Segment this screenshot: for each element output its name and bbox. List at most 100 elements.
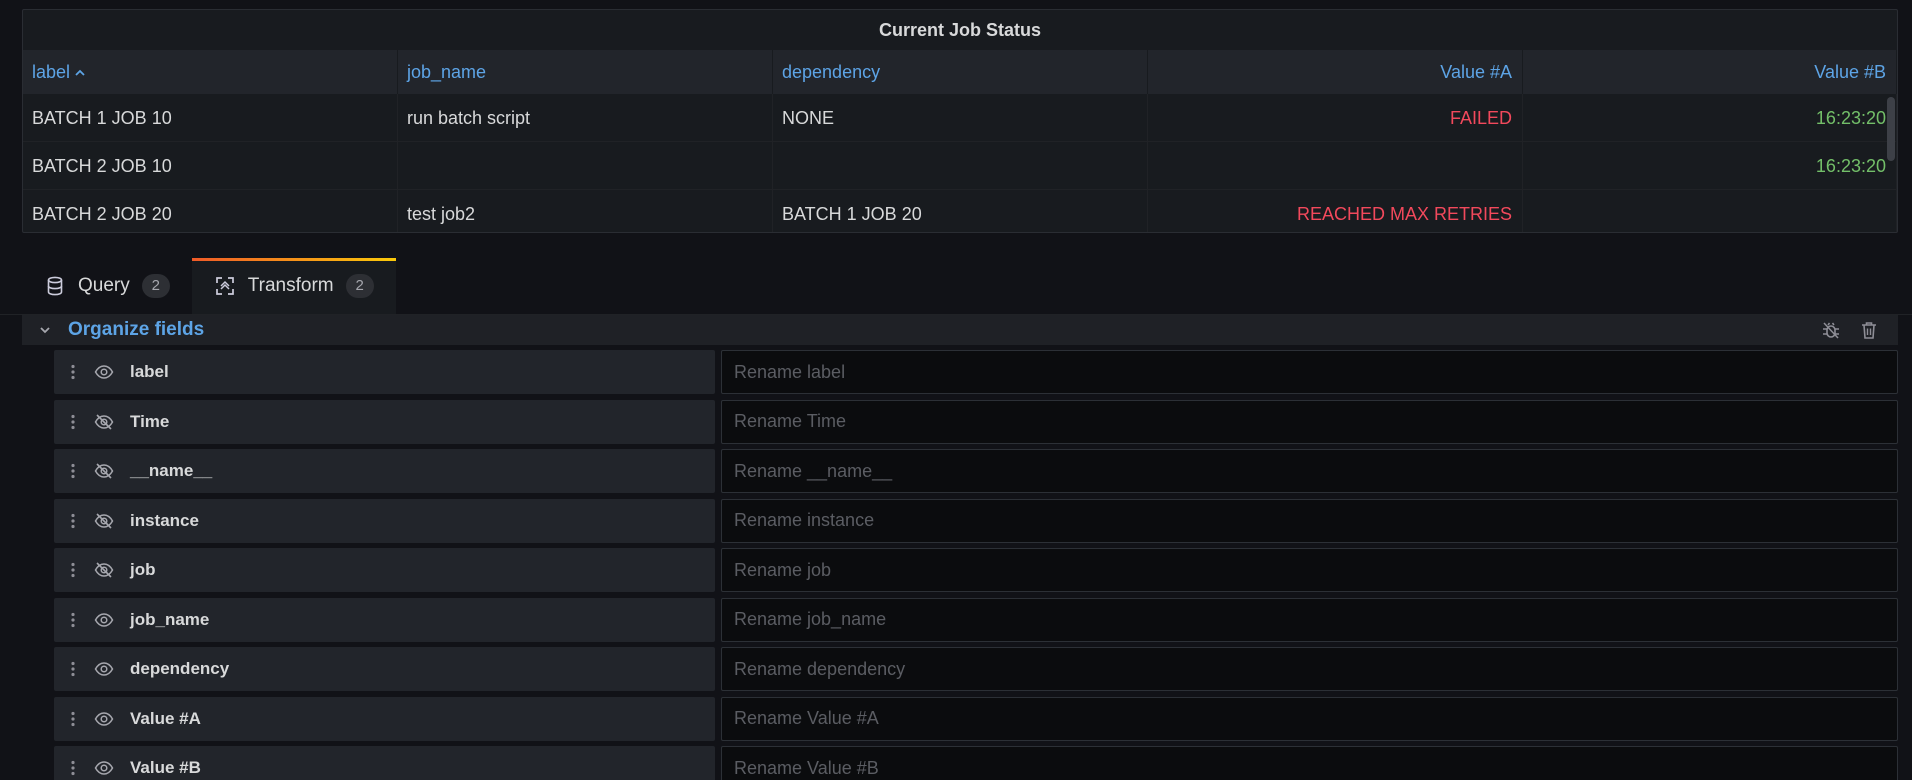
cell-value-a (1148, 142, 1523, 190)
cell-dependency: NONE (773, 94, 1148, 142)
tab-transform-count: 2 (345, 274, 374, 298)
cell-label: BATCH 2 JOB 10 (23, 142, 398, 190)
sort-ascending-icon (74, 51, 86, 94)
field-row: Time (54, 399, 1898, 444)
drag-handle-icon[interactable] (62, 760, 84, 776)
drag-handle-icon[interactable] (62, 414, 84, 430)
eye-icon[interactable] (92, 612, 116, 628)
field-row: dependency (54, 647, 1898, 691)
eye-slash-icon[interactable] (92, 512, 116, 530)
rename-field-input[interactable] (721, 548, 1898, 592)
cell-dependency (773, 142, 1148, 190)
drag-handle-icon[interactable] (62, 711, 84, 727)
tab-query-label: Query (78, 275, 130, 296)
field-item: job (54, 548, 715, 592)
field-item: instance (54, 498, 715, 543)
column-header-label[interactable]: label (23, 50, 398, 94)
field-name: job (130, 560, 156, 579)
cell-value-b: 16:23:20 (1523, 94, 1897, 142)
field-row: job_name (54, 597, 1898, 642)
cell-value-a: REACHED MAX RETRIES (1148, 190, 1523, 232)
field-row: label (54, 350, 1898, 394)
cell-label: BATCH 1 JOB 10 (23, 94, 398, 142)
rename-field-input[interactable] (721, 350, 1898, 394)
debug-icon[interactable] (1820, 319, 1842, 341)
transform-header[interactable]: Organize fields (22, 315, 1898, 345)
field-name: Time (130, 411, 170, 431)
trash-icon[interactable] (1858, 319, 1880, 341)
field-row: instance (54, 498, 1898, 543)
table-header: label job_name dependency Value #A Value… (23, 50, 1897, 94)
column-header-dependency[interactable]: dependency (773, 50, 1148, 94)
cell-dependency: BATCH 1 JOB 20 (773, 190, 1148, 232)
field-name: job_name (130, 609, 210, 629)
editor-tabs: Query 2 Transform 2 (22, 258, 396, 314)
drag-handle-icon[interactable] (62, 661, 84, 677)
field-name: Value #A (130, 708, 201, 728)
cell-value-b: 16:23:20 (1523, 142, 1897, 190)
tab-transform[interactable]: Transform 2 (191, 258, 396, 314)
field-name: instance (130, 510, 199, 530)
eye-icon[interactable] (92, 364, 116, 380)
drag-handle-icon[interactable] (62, 513, 84, 529)
rename-field-input[interactable] (721, 399, 1898, 444)
transform-editor: Organize fields label Time __name__instanc… (0, 314, 1912, 780)
data-table: label job_name dependency Value #A Value… (23, 50, 1897, 232)
field-name: __name__ (130, 461, 213, 480)
eye-icon[interactable] (92, 711, 116, 727)
column-header-job-name[interactable]: job_name (398, 50, 773, 94)
cell-job-name: test job2 (398, 190, 773, 232)
field-row: Value #A (54, 696, 1898, 741)
cell-job-name (398, 142, 773, 190)
drag-handle-icon[interactable] (62, 364, 84, 380)
drag-handle-icon[interactable] (62, 463, 84, 479)
rename-field-input[interactable] (721, 597, 1898, 642)
field-row: Value #B (54, 746, 1898, 780)
eye-slash-icon[interactable] (92, 561, 116, 579)
tab-transform-label: Transform (247, 275, 334, 296)
drag-handle-icon[interactable] (62, 562, 84, 578)
column-header-value-b[interactable]: Value #B (1523, 50, 1897, 94)
tab-query[interactable]: Query 2 (22, 258, 192, 314)
field-item: dependency (54, 647, 715, 691)
rename-field-input[interactable] (721, 746, 1898, 780)
field-item: __name__ (54, 449, 715, 493)
panel-title[interactable]: Current Job Status (23, 10, 1897, 50)
eye-slash-icon[interactable] (92, 462, 116, 480)
transform-actions (1820, 319, 1880, 341)
field-name: Value #B (130, 758, 201, 777)
field-item: Value #A (54, 696, 715, 741)
field-item: job_name (54, 597, 715, 642)
eye-icon[interactable] (92, 661, 116, 677)
table-scrollbar[interactable] (1887, 97, 1895, 161)
cell-label: BATCH 2 JOB 20 (23, 190, 398, 232)
transform-title[interactable]: Organize fields (68, 319, 204, 341)
eye-icon[interactable] (92, 760, 116, 776)
table-body[interactable]: BATCH 1 JOB 10 run batch script NONE FAI… (23, 94, 1897, 232)
field-row: job (54, 548, 1898, 592)
field-item: Value #B (54, 746, 715, 780)
rename-field-input[interactable] (721, 449, 1898, 493)
transform-icon (214, 275, 236, 297)
field-name: dependency (130, 659, 230, 678)
table-panel: Current Job Status label job_name depend… (22, 9, 1898, 233)
rename-field-input[interactable] (721, 647, 1898, 691)
field-row: __name__ (54, 449, 1898, 493)
database-icon (44, 275, 66, 297)
field-item: label (54, 350, 715, 394)
field-name: label (130, 362, 169, 381)
chevron-down-icon[interactable] (34, 325, 56, 335)
cell-value-b (1523, 190, 1897, 232)
table-row: BATCH 1 JOB 10 run batch script NONE FAI… (23, 94, 1897, 142)
field-item: Time (54, 399, 715, 444)
column-header-value-a[interactable]: Value #A (1148, 50, 1523, 94)
rename-field-input[interactable] (721, 696, 1898, 741)
table-row: BATCH 2 JOB 20 test job2 BATCH 1 JOB 20 … (23, 190, 1897, 232)
column-header-label-text: label (32, 62, 71, 82)
cell-job-name: run batch script (398, 94, 773, 142)
rename-field-input[interactable] (721, 498, 1898, 543)
eye-slash-icon[interactable] (92, 413, 116, 431)
table-row: BATCH 2 JOB 10 16:23:20 (23, 142, 1897, 190)
drag-handle-icon[interactable] (62, 612, 84, 628)
cell-value-a: FAILED (1148, 94, 1523, 142)
